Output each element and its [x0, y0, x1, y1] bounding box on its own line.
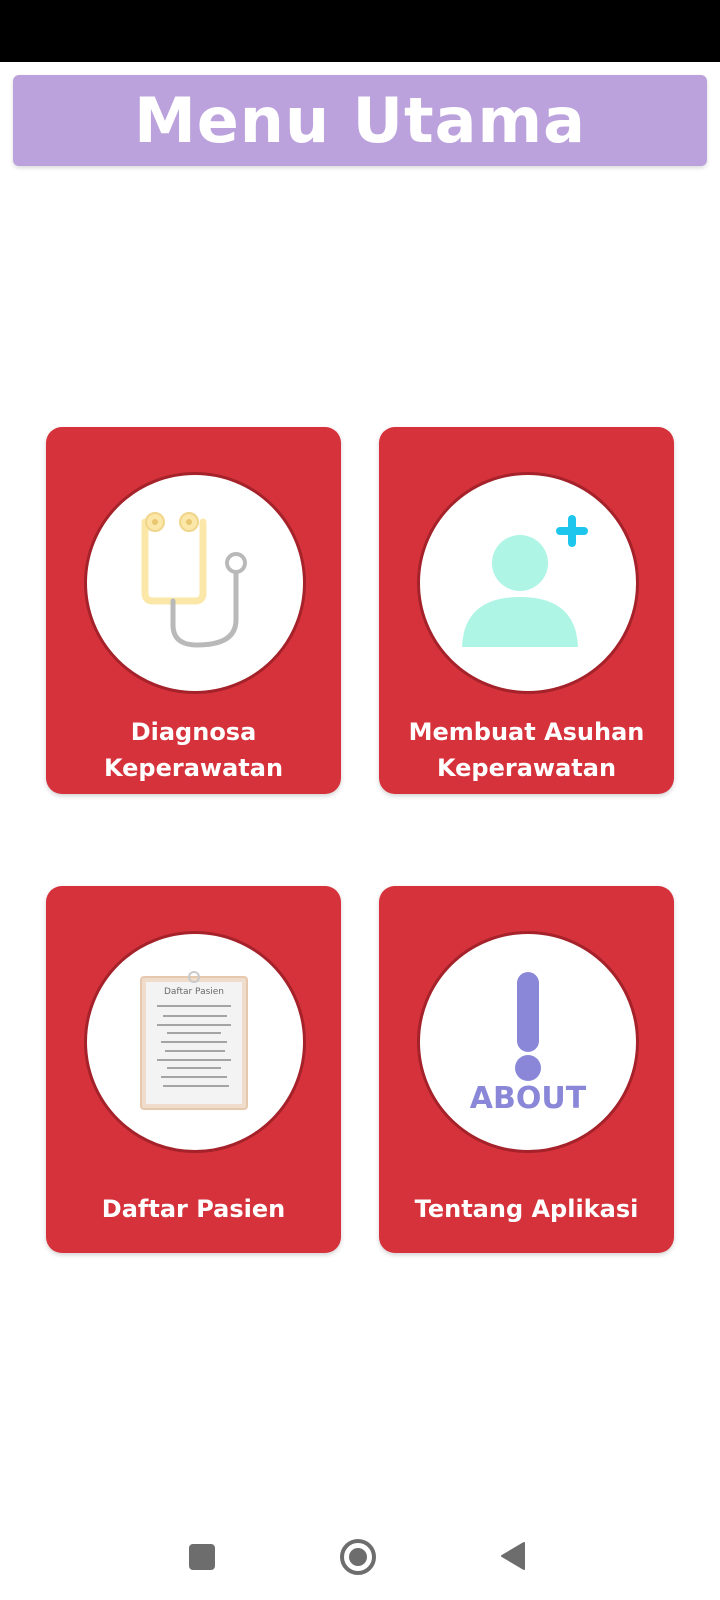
- back-icon[interactable]: [498, 1540, 528, 1572]
- add-user-icon: [462, 515, 588, 647]
- menu-card-asuhan[interactable]: Membuat Asuhan Keperawatan: [379, 427, 674, 794]
- main-menu-screen: Menu Utama Diagnosa Keperawatan Membuat …: [0, 0, 720, 1600]
- clipboard-title: Daftar Pasien: [164, 987, 224, 997]
- menu-card-label: Membuat Asuhan Keperawatan: [408, 718, 645, 782]
- page-title: Menu Utama: [134, 84, 586, 157]
- navigation-bar: [0, 1520, 720, 1600]
- icon-circle: Daftar Pasien: [84, 931, 306, 1153]
- menu-card-tentang-aplikasi[interactable]: ABOUT Tentang Aplikasi: [379, 886, 674, 1253]
- menu-card-daftar-pasien[interactable]: Daftar Pasien Daftar Pasien: [46, 886, 341, 1253]
- icon-circle: [417, 472, 639, 694]
- menu-card-label: Diagnosa Keperawatan: [103, 718, 284, 782]
- menu-card-diagnosa[interactable]: Diagnosa Keperawatan: [46, 427, 341, 794]
- status-bar: [0, 0, 720, 62]
- home-icon[interactable]: [338, 1537, 378, 1577]
- menu-card-label: Daftar Pasien: [101, 1195, 286, 1223]
- header-bar: Menu Utama: [13, 75, 707, 166]
- stethoscope-icon: [141, 512, 247, 648]
- menu-card-label: Tentang Aplikasi: [414, 1195, 639, 1223]
- icon-circle: [84, 472, 306, 694]
- clipboard-icon: Daftar Pasien: [140, 971, 248, 1110]
- about-text: ABOUT: [470, 1081, 587, 1116]
- recents-icon[interactable]: [189, 1544, 215, 1570]
- about-icon: ABOUT: [470, 972, 587, 1116]
- icon-circle: ABOUT: [417, 931, 639, 1153]
